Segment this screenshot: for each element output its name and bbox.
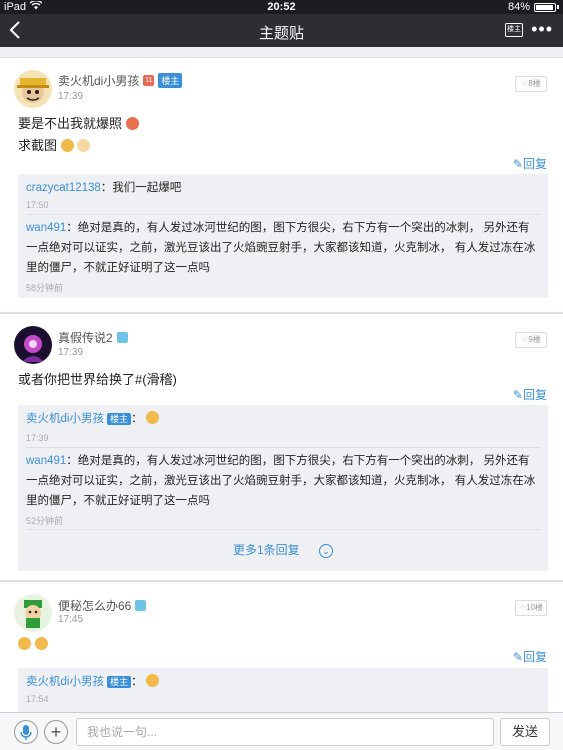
- post-floor-10: 便秘怎么办66 17:45 ☆10楼 ✎回复 卖火机di小男孩 楼主： 17:5…: [0, 581, 563, 712]
- smile-emoji-icon: [145, 411, 159, 424]
- level-badge: 11: [143, 75, 155, 86]
- post-time: 17:45: [58, 614, 84, 625]
- ok-hand-emoji-icon: [77, 139, 91, 152]
- nav-bar: 主题贴 楼主 •••: [0, 14, 563, 47]
- sub-replies: 卖火机di小男孩 楼主： 17:54: [18, 668, 548, 712]
- avatar[interactable]: [14, 594, 52, 632]
- edit-icon: ✎: [512, 388, 523, 402]
- owner-badge: 楼主: [107, 676, 132, 688]
- more-icon[interactable]: •••: [531, 19, 553, 40]
- level-badge: [116, 332, 128, 343]
- status-time: 20:52: [267, 1, 296, 13]
- reply-time: 58分钟前: [26, 283, 64, 293]
- status-bar: iPad 20:52 84%: [0, 0, 563, 14]
- reply-input-bar: + 发送: [0, 712, 563, 750]
- smile-emoji-icon: [18, 637, 31, 650]
- level-badge: [135, 600, 147, 611]
- reply-user[interactable]: wan491: [26, 455, 66, 467]
- battery-icon: [534, 2, 556, 12]
- owner-badge: 楼主: [158, 73, 183, 88]
- sub-replies: crazycat12138：我们一起爆吧 17:50 wan491：绝对是真的，…: [18, 174, 548, 298]
- post-time: 17:39: [58, 347, 84, 358]
- grin-emoji-icon: [60, 139, 74, 152]
- reply-user[interactable]: wan491: [26, 222, 66, 234]
- author-name[interactable]: 真假传说2: [58, 329, 113, 346]
- divider: [26, 447, 540, 448]
- reply-user[interactable]: crazycat12138: [26, 182, 101, 194]
- floor-badge: ☆10楼: [515, 600, 547, 616]
- battery-tip: [557, 5, 559, 9]
- owner-badge: 楼主: [107, 413, 132, 425]
- post-author: 卖火机di小男孩 11 楼主: [58, 72, 183, 89]
- sub-replies: 卖火机di小男孩 楼主： 17:39 wan491：绝对是真的，有人发过冰河世纪…: [18, 405, 548, 571]
- sub-reply[interactable]: 卖火机di小男孩 楼主：: [26, 409, 540, 429]
- edit-icon: ✎: [512, 157, 523, 171]
- reply-time: 17:39: [26, 433, 49, 443]
- thread-list: 卖火机di小男孩 11 楼主 17:39 ☆8楼 要是不出我就爆照 求截图 ✎回…: [0, 47, 563, 712]
- reply-user[interactable]: 卖火机di小男孩: [26, 413, 104, 425]
- more-replies-button[interactable]: 更多1条回复 ⌄: [18, 541, 548, 558]
- avatar[interactable]: [14, 70, 52, 108]
- grin-emoji-icon: [145, 674, 159, 687]
- sub-reply[interactable]: wan491：绝对是真的，有人发过冰河世纪的图，图下方很尖，右下方有一个突出的冰…: [26, 451, 540, 511]
- post-floor-9: 真假传说2 17:39 ☆9楼 或者你把世界给换了#(滑稽) ✎回复 卖火机di…: [0, 313, 563, 581]
- sub-reply[interactable]: wan491：绝对是真的，有人发过冰河世纪的图，图下方很尖，右下方有一个突出的冰…: [26, 218, 540, 278]
- battery-percent: 84%: [507, 1, 530, 13]
- floor-badge: ☆9楼: [515, 332, 547, 348]
- post-content-line: 求截图: [18, 135, 91, 154]
- reply-time: 17:50: [26, 200, 49, 210]
- author-name[interactable]: 便秘怎么办66: [58, 597, 131, 614]
- chevron-down-icon: ⌄: [319, 543, 334, 558]
- reply-user[interactable]: 卖火机di小男孩: [26, 676, 104, 688]
- avatar[interactable]: [14, 326, 52, 364]
- blush-emoji-icon: [125, 117, 139, 130]
- grin-emoji-icon: [34, 637, 48, 650]
- owner-only-button[interactable]: 楼主: [505, 23, 523, 37]
- post-time: 17:39: [58, 91, 84, 102]
- post-content-line: [18, 636, 48, 651]
- microphone-icon[interactable]: [14, 720, 38, 744]
- divider: [26, 214, 540, 215]
- reply-time: 17:54: [26, 694, 49, 704]
- post-content-line: 要是不出我就爆照: [18, 113, 139, 132]
- sub-reply[interactable]: 卖火机di小男孩 楼主：: [26, 672, 540, 692]
- page-title: 主题贴: [258, 25, 304, 42]
- reply-button[interactable]: ✎回复: [513, 155, 547, 172]
- send-button[interactable]: 发送: [500, 718, 550, 746]
- sub-reply[interactable]: crazycat12138：我们一起爆吧: [26, 178, 540, 198]
- post-author: 真假传说2: [58, 329, 128, 346]
- post-floor-8: 卖火机di小男孩 11 楼主 17:39 ☆8楼 要是不出我就爆照 求截图 ✎回…: [0, 57, 563, 313]
- reply-button[interactable]: ✎回复: [513, 648, 547, 665]
- reply-button[interactable]: ✎回复: [513, 386, 547, 403]
- reply-time: 52分钟前: [26, 516, 64, 526]
- post-content-line: 或者你把世界给换了#(滑稽): [18, 372, 177, 387]
- edit-icon: ✎: [512, 650, 523, 664]
- reply-text-input[interactable]: [76, 718, 494, 746]
- add-attachment-button[interactable]: +: [44, 720, 68, 744]
- divider: [26, 529, 540, 530]
- floor-badge: ☆8楼: [515, 76, 547, 92]
- author-name[interactable]: 卖火机di小男孩: [58, 72, 139, 89]
- post-author: 便秘怎么办66: [58, 597, 147, 614]
